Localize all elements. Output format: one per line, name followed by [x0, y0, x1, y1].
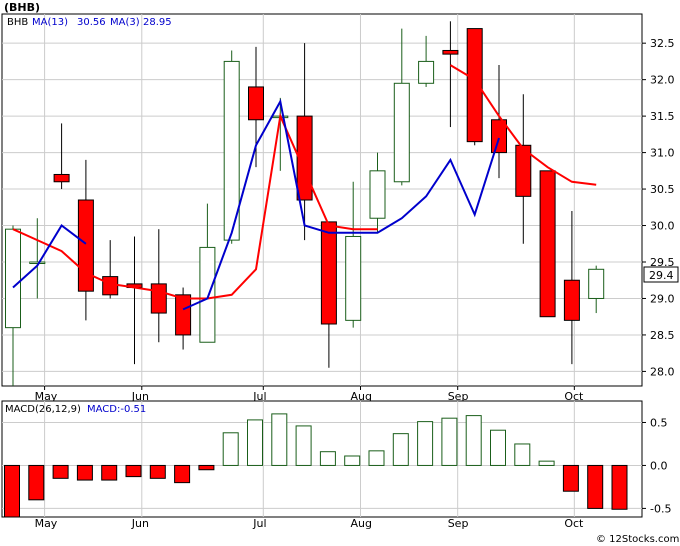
price-x-axis: May Jun Jul Aug Sep Oct — [35, 386, 584, 403]
macd-bar-positive — [392, 433, 409, 466]
candle-up — [369, 170, 386, 219]
macd-bar-negative — [562, 464, 579, 492]
macd-bar-negative — [4, 464, 20, 518]
macd-bar-positive — [514, 443, 531, 466]
macd-bar-positive — [295, 425, 312, 466]
candle-up — [393, 82, 410, 183]
candle-down — [77, 199, 94, 292]
macd-bar-positive — [344, 455, 361, 466]
macd-bar-positive — [368, 450, 385, 466]
watermark: © 12Stocks.com — [596, 534, 679, 545]
candle-down — [466, 28, 483, 143]
macd-bar-negative — [611, 464, 628, 510]
legend-ticker: BHB — [7, 17, 28, 28]
price-ytick-label: 32.0 — [650, 74, 675, 87]
price-y-axis: 28.028.529.029.530.030.531.031.532.032.5 — [642, 37, 675, 378]
macd-bar-negative — [52, 464, 69, 479]
candle-up — [5, 228, 21, 329]
macd-xtick-label: Jul — [252, 517, 266, 530]
candle-up — [345, 235, 362, 321]
candle-down — [175, 294, 192, 336]
macd-bar-negative — [587, 464, 604, 509]
candle-down — [248, 86, 264, 121]
macd-xtick-label: Jun — [131, 517, 149, 530]
chart-svg: 28.028.529.029.530.030.531.031.532.032.5… — [1, 1, 679, 545]
macd-ytick-label: 0.5 — [650, 416, 668, 429]
macd-bar-positive — [441, 417, 458, 466]
macd-xtick-label: Oct — [564, 517, 584, 530]
stock-chart: 28.0 28.5 29.0 29.5 30.0 30.5 31.0 31.5 32.0 32.5… — [0, 0, 680, 546]
macd-xtick-label: Aug — [350, 517, 371, 530]
price-ytick-label: 30.0 — [650, 220, 675, 233]
legend-ma13-label: MA(13) — [32, 17, 68, 28]
macd-bar-negative — [28, 464, 45, 501]
price-ytick-label: 29.0 — [650, 292, 675, 305]
macd-xtick-label: Sep — [448, 517, 469, 530]
candle-down — [539, 170, 556, 318]
last-price-tag: 29.4 — [649, 269, 674, 282]
candle-down — [53, 173, 70, 183]
macd-bar-positive — [271, 413, 288, 466]
candle-up — [418, 60, 435, 84]
candle-down — [150, 283, 167, 314]
candle-down — [563, 279, 580, 321]
macd-ytick-label: 0.0 — [650, 459, 668, 472]
price-ytick-label: 31.0 — [650, 147, 675, 160]
candle-up — [199, 246, 216, 343]
price-ytick-label: 32.5 — [650, 37, 675, 50]
macd-value-label: MACD:-0.51 — [87, 404, 146, 415]
macd-bar-positive — [319, 451, 336, 466]
macd-bar-positive — [538, 460, 555, 466]
macd-bar-negative — [125, 464, 142, 478]
macd-bar-positive — [417, 421, 434, 466]
macd-bar-positive — [465, 415, 482, 466]
price-ytick-label: 31.5 — [650, 110, 675, 123]
macd-bar-negative — [101, 464, 118, 481]
candle-down — [102, 276, 119, 296]
macd-bar-negative — [149, 464, 166, 479]
macd-xtick-label: May — [35, 517, 58, 530]
candle-down — [320, 221, 337, 325]
candle-up — [29, 261, 46, 264]
macd-x-axis: May Jun Jul Aug Sep Oct — [35, 517, 584, 530]
candle-up — [588, 268, 605, 299]
macd-bar-positive — [490, 429, 506, 466]
macd-bar-negative — [198, 464, 215, 471]
legend-ma13-value: 30.56 — [77, 17, 106, 28]
candle-down — [442, 49, 459, 55]
macd-y-axis: 0.5 0.0 -0.5 — [642, 416, 671, 515]
legend-ma3-label: MA(3) — [110, 17, 140, 28]
price-ytick-label: 28.0 — [650, 365, 675, 378]
macd-bar-positive — [247, 419, 263, 466]
macd-bar-positive — [222, 432, 239, 466]
macd-label: MACD(26,12,9) — [5, 404, 81, 415]
legend-ma3-value: 28.95 — [143, 17, 172, 28]
price-ytick-label: 28.5 — [650, 329, 675, 342]
macd-bar-negative — [76, 464, 93, 481]
price-ytick-label: 30.5 — [650, 183, 675, 196]
chart-title: (BHB) — [4, 1, 40, 14]
macd-ytick-label: -0.5 — [650, 502, 671, 515]
macd-bar-negative — [174, 464, 191, 484]
